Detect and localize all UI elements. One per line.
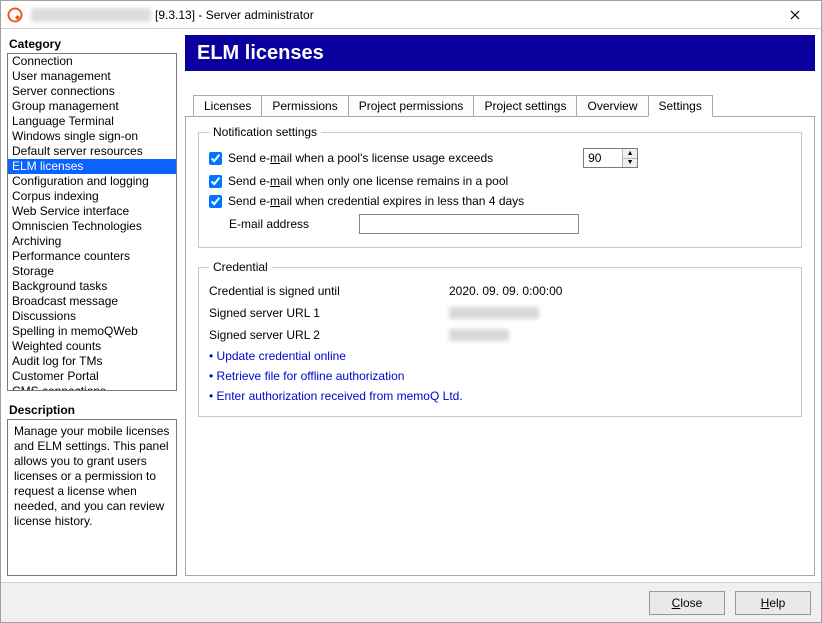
sidebar-item[interactable]: CMS connections: [8, 384, 176, 391]
sidebar-item[interactable]: ELM licenses: [8, 159, 176, 174]
description-heading: Description: [7, 401, 177, 419]
sidebar-item[interactable]: Discussions: [8, 309, 176, 324]
left-panel: Category ConnectionUser managementServer…: [7, 35, 177, 576]
sidebar-item[interactable]: Storage: [8, 264, 176, 279]
category-list[interactable]: ConnectionUser managementServer connecti…: [7, 53, 177, 391]
sidebar-item[interactable]: Corpus indexing: [8, 189, 176, 204]
footer: Close Help: [1, 582, 821, 622]
signed-url2-label: Signed server URL 2: [209, 328, 449, 342]
sidebar-item[interactable]: Connection: [8, 54, 176, 69]
close-button[interactable]: Close: [649, 591, 725, 615]
signed-until-value: 2020. 09. 09. 0:00:00: [449, 284, 562, 298]
sidebar-item[interactable]: Archiving: [8, 234, 176, 249]
sidebar-item[interactable]: Customer Portal: [8, 369, 176, 384]
sidebar-item[interactable]: Server connections: [8, 84, 176, 99]
one-remains-checkbox[interactable]: Send e-mail when only one license remain…: [209, 174, 508, 188]
page-title: ELM licenses: [185, 35, 815, 71]
close-icon[interactable]: [775, 1, 815, 29]
description-box: Manage your mobile licenses and ELM sett…: [7, 419, 177, 576]
notification-settings-group: Notification settings Send e-mail when a…: [198, 125, 802, 248]
notification-settings-legend: Notification settings: [209, 125, 321, 139]
window-root: [9.3.13] - Server administrator Category…: [0, 0, 822, 623]
spinner-up-icon[interactable]: ▲: [623, 149, 637, 159]
category-heading: Category: [7, 35, 177, 53]
tabs-row: LicensesPermissionsProject permissionsPr…: [185, 95, 815, 116]
tab-panel-settings: Notification settings Send e-mail when a…: [185, 116, 815, 576]
content-panel: ELM licenses LicensesPermissionsProject …: [185, 35, 815, 576]
tab-permissions[interactable]: Permissions: [261, 95, 348, 116]
exceeds-checkbox-label: Send e-mail when a pool's license usage …: [228, 151, 493, 165]
sidebar-item[interactable]: Weighted counts: [8, 339, 176, 354]
cred-expire-checkbox-label: Send e-mail when credential expires in l…: [228, 194, 524, 208]
window-title: [9.3.13] - Server administrator: [31, 8, 314, 22]
exceeds-checkbox-input[interactable]: [209, 152, 222, 165]
tab-project-permissions[interactable]: Project permissions: [348, 95, 475, 116]
credential-group: Credential Credential is signed until 20…: [198, 260, 802, 417]
signed-url1-value-redacted: [449, 307, 539, 319]
window-title-suffix: [9.3.13] - Server administrator: [155, 8, 314, 22]
spinner-down-icon[interactable]: ▼: [623, 159, 637, 168]
sidebar-item[interactable]: Default server resources: [8, 144, 176, 159]
sidebar-item[interactable]: Windows single sign-on: [8, 129, 176, 144]
titlebar: [9.3.13] - Server administrator: [1, 1, 821, 29]
email-field[interactable]: [359, 214, 579, 234]
sidebar-item[interactable]: Configuration and logging: [8, 174, 176, 189]
tab-project-settings[interactable]: Project settings: [473, 95, 577, 116]
exceeds-spinner[interactable]: ▲ ▼: [583, 148, 638, 168]
one-remains-checkbox-label: Send e-mail when only one license remain…: [228, 174, 508, 188]
sidebar-item[interactable]: Background tasks: [8, 279, 176, 294]
server-name-redacted: [31, 8, 151, 22]
one-remains-checkbox-input[interactable]: [209, 175, 222, 188]
exceeds-value-input[interactable]: [584, 149, 622, 167]
sidebar-item[interactable]: Broadcast message: [8, 294, 176, 309]
cred-expire-checkbox-input[interactable]: [209, 195, 222, 208]
sidebar-item[interactable]: Omniscien Technologies: [8, 219, 176, 234]
retrieve-file-link[interactable]: Retrieve file for offline authorization: [217, 369, 405, 383]
tab-licenses[interactable]: Licenses: [193, 95, 262, 116]
tab-overview[interactable]: Overview: [576, 95, 648, 116]
credential-legend: Credential: [209, 260, 272, 274]
sidebar-item[interactable]: Performance counters: [8, 249, 176, 264]
enter-authorization-link[interactable]: Enter authorization received from memoQ …: [217, 389, 463, 403]
email-label: E-mail address: [229, 217, 359, 231]
exceeds-checkbox[interactable]: Send e-mail when a pool's license usage …: [209, 151, 493, 165]
update-credential-link[interactable]: Update credential online: [217, 349, 346, 363]
sidebar-item[interactable]: Language Terminal: [8, 114, 176, 129]
tab-settings[interactable]: Settings: [648, 95, 713, 117]
sidebar-item[interactable]: User management: [8, 69, 176, 84]
signed-url2-value-redacted: [449, 329, 509, 341]
cred-expire-checkbox[interactable]: Send e-mail when credential expires in l…: [209, 194, 524, 208]
sidebar-item[interactable]: Web Service interface: [8, 204, 176, 219]
sidebar-item[interactable]: Spelling in memoQWeb: [8, 324, 176, 339]
help-button[interactable]: Help: [735, 591, 811, 615]
sidebar-item[interactable]: Audit log for TMs: [8, 354, 176, 369]
signed-url1-label: Signed server URL 1: [209, 306, 449, 320]
sidebar-item[interactable]: Group management: [8, 99, 176, 114]
app-icon: [7, 7, 23, 23]
signed-until-label: Credential is signed until: [209, 284, 449, 298]
